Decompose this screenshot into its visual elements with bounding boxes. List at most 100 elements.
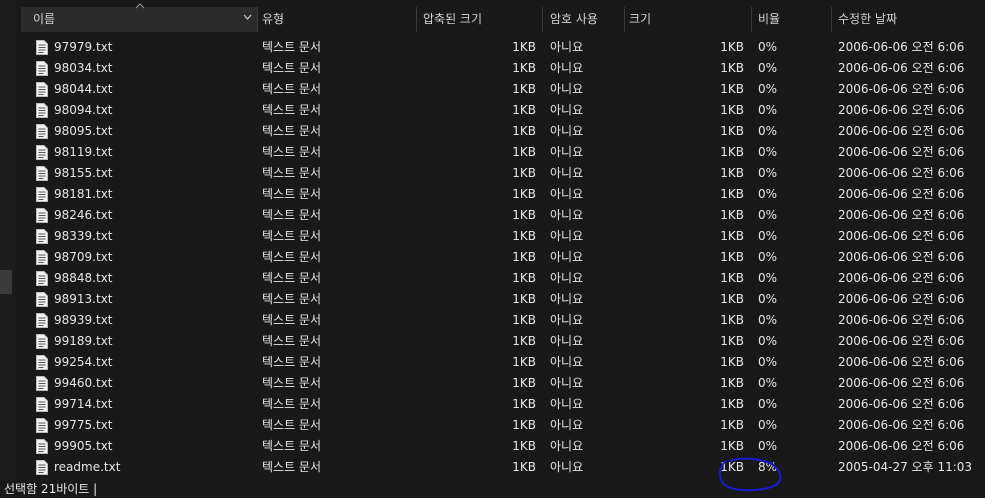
- file-name: 98913.txt: [54, 292, 113, 306]
- compressed-size: 1KB: [512, 355, 536, 369]
- column-header-name[interactable]: 이름: [33, 10, 55, 28]
- original-size: 1KB: [720, 61, 744, 75]
- column-header-ratio[interactable]: 비율: [758, 10, 780, 28]
- modified-date: 2006-06-06 오전 6:06: [838, 124, 965, 138]
- compressed-size: 1KB: [512, 61, 536, 75]
- password-status: 아니요: [550, 271, 584, 285]
- file-type: 텍스트 문서: [262, 250, 322, 264]
- modified-date: 2005-04-27 오후 11:03: [838, 460, 973, 474]
- file-list: 이름 유형 압축된 크기 암호 사용 크기 비율 수정한 날짜 97979.tx…: [15, 0, 985, 482]
- column-header-modified[interactable]: 수정한 날짜: [838, 10, 897, 28]
- column-divider[interactable]: [542, 7, 543, 32]
- compression-ratio: 0%: [758, 103, 778, 117]
- text-file-icon: [36, 250, 48, 265]
- text-file-icon: [36, 187, 48, 202]
- password-status: 아니요: [550, 355, 584, 369]
- compressed-size: 1KB: [512, 418, 536, 432]
- status-bar: 선택함 21바이트 |: [0, 482, 985, 496]
- compression-ratio: 0%: [758, 145, 778, 159]
- compression-ratio: 0%: [758, 292, 778, 306]
- file-name: 97979.txt: [54, 40, 113, 54]
- table-row[interactable]: 98848.txt 텍스트 문서 1KB 아니요 1KB 0% 2006-06-06 오전 …: [15, 268, 985, 289]
- file-type: 텍스트 문서: [262, 40, 322, 54]
- compression-ratio: 0%: [758, 166, 778, 180]
- chevron-down-icon[interactable]: [243, 14, 252, 20]
- compressed-size: 1KB: [512, 250, 536, 264]
- modified-date: 2006-06-06 오전 6:06: [838, 166, 965, 180]
- text-file-icon: [36, 460, 48, 475]
- original-size: 1KB: [720, 166, 744, 180]
- table-row[interactable]: 99714.txt 텍스트 문서 1KB 아니요 1KB 0% 2006-06-06 오전 …: [15, 394, 985, 415]
- password-status: 아니요: [550, 82, 584, 96]
- column-divider[interactable]: [624, 7, 625, 32]
- file-type: 텍스트 문서: [262, 376, 322, 390]
- file-name: 98034.txt: [54, 61, 113, 75]
- password-status: 아니요: [550, 439, 584, 453]
- original-size: 1KB: [720, 418, 744, 432]
- original-size: 1KB: [720, 124, 744, 138]
- file-name: 99775.txt: [54, 418, 113, 432]
- table-row[interactable]: 98709.txt 텍스트 문서 1KB 아니요 1KB 0% 2006-06-06 오전 …: [15, 247, 985, 268]
- table-row[interactable]: 98155.txt 텍스트 문서 1KB 아니요 1KB 0% 2006-06-06 오전 …: [15, 163, 985, 184]
- modified-date: 2006-06-06 오전 6:06: [838, 145, 965, 159]
- table-row[interactable]: 98246.txt 텍스트 문서 1KB 아니요 1KB 0% 2006-06-06 오전 …: [15, 205, 985, 226]
- table-row[interactable]: 98095.txt 텍스트 문서 1KB 아니요 1KB 0% 2006-06-06 오전 …: [15, 121, 985, 142]
- compressed-size: 1KB: [512, 229, 536, 243]
- table-row[interactable]: 98094.txt 텍스트 문서 1KB 아니요 1KB 0% 2006-06-06 오전 …: [15, 100, 985, 121]
- table-row[interactable]: 98034.txt 텍스트 문서 1KB 아니요 1KB 0% 2006-06-06 오전 …: [15, 58, 985, 79]
- original-size: 1KB: [720, 145, 744, 159]
- column-divider[interactable]: [257, 7, 258, 32]
- file-name: 99905.txt: [54, 439, 113, 453]
- navigation-pane-splitter[interactable]: [0, 270, 12, 294]
- file-type: 텍스트 문서: [262, 229, 322, 243]
- table-row[interactable]: 99775.txt 텍스트 문서 1KB 아니요 1KB 0% 2006-06-06 오전 …: [15, 415, 985, 436]
- file-name: readme.txt: [54, 460, 121, 474]
- column-header-type[interactable]: 유형: [262, 10, 284, 28]
- column-header-compressed-size[interactable]: 압축된 크기: [423, 10, 482, 28]
- file-type: 텍스트 문서: [262, 187, 322, 201]
- file-name: 98848.txt: [54, 271, 113, 285]
- table-row[interactable]: 98913.txt 텍스트 문서 1KB 아니요 1KB 0% 2006-06-06 오전 …: [15, 289, 985, 310]
- modified-date: 2006-06-06 오전 6:06: [838, 271, 965, 285]
- table-row[interactable]: 99254.txt 텍스트 문서 1KB 아니요 1KB 0% 2006-06-06 오전 …: [15, 352, 985, 373]
- column-divider[interactable]: [751, 7, 752, 32]
- file-type: 텍스트 문서: [262, 334, 322, 348]
- text-file-icon: [36, 313, 48, 328]
- column-header-size[interactable]: 크기: [629, 10, 651, 28]
- table-row[interactable]: 98181.txt 텍스트 문서 1KB 아니요 1KB 0% 2006-06-06 오전 …: [15, 184, 985, 205]
- column-divider[interactable]: [831, 7, 832, 32]
- file-type: 텍스트 문서: [262, 271, 322, 285]
- table-row[interactable]: 98044.txt 텍스트 문서 1KB 아니요 1KB 0% 2006-06-06 오전 …: [15, 79, 985, 100]
- status-text: 선택함 21바이트 |: [4, 482, 98, 496]
- modified-date: 2006-06-06 오전 6:06: [838, 82, 965, 96]
- file-name: 98939.txt: [54, 313, 113, 327]
- column-header-name-highlight: [21, 7, 257, 32]
- table-row[interactable]: 97979.txt 텍스트 문서 1KB 아니요 1KB 0% 2006-06-06 오전 …: [15, 37, 985, 58]
- table-row[interactable]: 98339.txt 텍스트 문서 1KB 아니요 1KB 0% 2006-06-06 오전 …: [15, 226, 985, 247]
- original-size: 1KB: [720, 208, 744, 222]
- text-file-icon: [36, 376, 48, 391]
- compression-ratio: 0%: [758, 187, 778, 201]
- text-file-icon: [36, 355, 48, 370]
- table-row[interactable]: 99189.txt 텍스트 문서 1KB 아니요 1KB 0% 2006-06-06 오전 …: [15, 331, 985, 352]
- column-header-password[interactable]: 암호 사용: [550, 10, 598, 28]
- original-size: 1KB: [720, 313, 744, 327]
- file-name: 98155.txt: [54, 166, 113, 180]
- password-status: 아니요: [550, 292, 584, 306]
- modified-date: 2006-06-06 오전 6:06: [838, 313, 965, 327]
- file-type: 텍스트 문서: [262, 313, 322, 327]
- file-name: 99189.txt: [54, 334, 113, 348]
- password-status: 아니요: [550, 460, 584, 474]
- compressed-size: 1KB: [512, 103, 536, 117]
- table-row[interactable]: 99460.txt 텍스트 문서 1KB 아니요 1KB 0% 2006-06-06 오전 …: [15, 373, 985, 394]
- file-type: 텍스트 문서: [262, 124, 322, 138]
- column-divider[interactable]: [416, 7, 417, 32]
- table-row[interactable]: 98939.txt 텍스트 문서 1KB 아니요 1KB 0% 2006-06-06 오전 …: [15, 310, 985, 331]
- table-row[interactable]: 98119.txt 텍스트 문서 1KB 아니요 1KB 0% 2006-06-06 오전 …: [15, 142, 985, 163]
- password-status: 아니요: [550, 376, 584, 390]
- compression-ratio: 0%: [758, 271, 778, 285]
- original-size: 1KB: [720, 292, 744, 306]
- table-row[interactable]: 99905.txt 텍스트 문서 1KB 아니요 1KB 0% 2006-06-06 오전 …: [15, 436, 985, 457]
- original-size: 1KB: [720, 376, 744, 390]
- table-row[interactable]: readme.txt 텍스트 문서 1KB 아니요 1KB 8% 2005-04-27 오후…: [15, 457, 985, 478]
